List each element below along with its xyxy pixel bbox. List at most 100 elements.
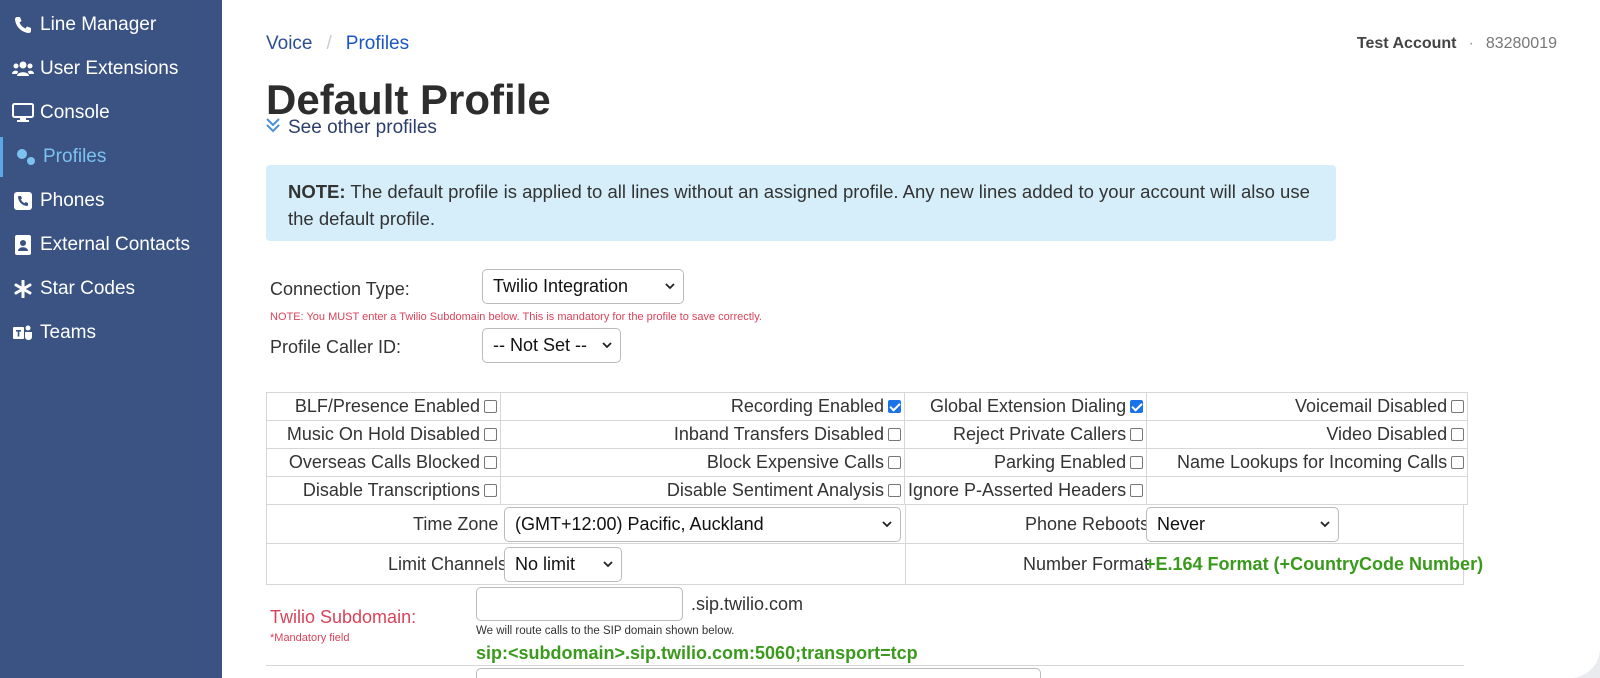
phone-reboots-select[interactable]: Never (1146, 507, 1339, 542)
breadcrumb-separator: / (326, 33, 332, 54)
caller-id-select[interactable]: -- Not Set -- (482, 328, 621, 363)
chevron-down-icon (602, 342, 612, 349)
divider (905, 504, 906, 584)
option-disable-sentiment-analysis[interactable]: Disable Sentiment Analysis (500, 476, 905, 505)
sidebar-item-label: Profiles (43, 146, 107, 167)
account-info: Test Account · 83280019 (1357, 35, 1557, 53)
checkbox[interactable] (1130, 484, 1144, 497)
sidebar-item-label: Star Codes (40, 278, 136, 299)
phone-square-icon (12, 190, 34, 212)
phone-reboots-value: Never (1157, 514, 1206, 534)
option-disable-transcriptions[interactable]: Disable Transcriptions (266, 476, 501, 505)
contact-card-icon (12, 234, 34, 256)
limit-channels-select[interactable]: No limit (504, 547, 622, 582)
table-row: Disable Transcriptions Disable Sentiment… (266, 476, 1469, 505)
next-field-input[interactable] (476, 668, 1041, 678)
sidebar-item-profiles[interactable]: Profiles (0, 137, 222, 177)
table-row: Overseas Calls Blocked Block Expensive C… (266, 448, 1469, 477)
empty-cell (1146, 476, 1469, 505)
default-profile-note: NOTE: The default profile is applied to … (266, 165, 1336, 241)
time-zone-label: Time Zone (413, 514, 499, 534)
connection-type-select[interactable]: Twilio Integration (482, 269, 684, 304)
limit-channels-label: Limit Channels (388, 554, 508, 574)
checkbox[interactable] (888, 456, 901, 469)
option-label: Disable Sentiment Analysis (666, 480, 884, 500)
option-label: Reject Private Callers (953, 424, 1127, 444)
breadcrumb-voice[interactable]: Voice (266, 33, 312, 55)
monitor-icon (12, 102, 34, 124)
checkbox[interactable] (1451, 428, 1465, 441)
checkbox[interactable] (888, 428, 901, 441)
option-label: Block Expensive Calls (706, 452, 884, 472)
option-blf-presence[interactable]: BLF/Presence Enabled (266, 392, 501, 421)
note-text: The default profile is applied to all li… (288, 181, 1310, 229)
sidebar-item-external-contacts[interactable]: External Contacts (0, 225, 222, 265)
option-label: Inband Transfers Disabled (673, 424, 884, 444)
option-reject-private-callers[interactable]: Reject Private Callers (903, 420, 1148, 449)
checkbox[interactable] (888, 484, 901, 497)
gears-icon (15, 146, 37, 168)
option-block-expensive-calls[interactable]: Block Expensive Calls (500, 448, 905, 477)
sidebar-item-line-manager[interactable]: Line Manager (0, 5, 222, 45)
option-voicemail-disabled[interactable]: Voicemail Disabled (1146, 392, 1469, 421)
table-row: Music On Hold Disabled Inband Transfers … (266, 420, 1469, 449)
time-zone-select[interactable]: (GMT+12:00) Pacific, Auckland (504, 507, 901, 542)
option-label: Voicemail Disabled (1295, 396, 1448, 416)
checkbox[interactable] (1451, 400, 1465, 413)
divider (266, 665, 1464, 666)
checkbox[interactable] (1130, 400, 1144, 413)
sip-uri: sip:<subdomain>.sip.twilio.com:5060;tran… (476, 643, 918, 663)
checkbox[interactable] (484, 400, 497, 413)
checkbox[interactable] (1451, 456, 1465, 469)
account-name[interactable]: Test Account (1357, 35, 1457, 53)
breadcrumb: Voice / Profiles (266, 33, 409, 55)
option-parking-enabled[interactable]: Parking Enabled (903, 448, 1148, 477)
option-video-disabled[interactable]: Video Disabled (1146, 420, 1469, 449)
number-format-value: +E.164 Format (+CountryCode Number) (1145, 554, 1484, 574)
chevron-down-icon (882, 521, 892, 528)
account-number: 83280019 (1485, 35, 1557, 52)
option-overseas-calls-blocked[interactable]: Overseas Calls Blocked (266, 448, 501, 477)
breadcrumb-profiles[interactable]: Profiles (346, 33, 409, 55)
divider (266, 584, 1464, 585)
option-ignore-p-asserted-headers[interactable]: Ignore P-Asserted Headers (903, 476, 1148, 505)
option-music-on-hold-disabled[interactable]: Music On Hold Disabled (266, 420, 501, 449)
phone-icon (12, 14, 34, 36)
see-other-profiles-link[interactable]: See other profiles (266, 117, 437, 139)
sidebar-item-label: Teams (40, 322, 96, 343)
checkbox[interactable] (484, 484, 497, 497)
asterisk-icon (12, 278, 34, 300)
option-label: BLF/Presence Enabled (294, 396, 480, 416)
checkbox[interactable] (484, 428, 497, 441)
sidebar-item-phones[interactable]: Phones (0, 181, 222, 221)
sidebar-item-star-codes[interactable]: Star Codes (0, 269, 222, 309)
checkbox[interactable] (1130, 456, 1144, 469)
option-label: Music On Hold Disabled (286, 424, 480, 444)
sidebar-item-label: Line Manager (40, 14, 157, 35)
checkbox[interactable] (1130, 428, 1144, 441)
chevron-down-icon (1320, 521, 1330, 528)
chevron-down-icon (665, 283, 675, 290)
sidebar-item-teams[interactable]: Teams (0, 313, 222, 353)
divider (266, 543, 1464, 544)
divider (266, 504, 267, 584)
time-zone-value: (GMT+12:00) Pacific, Auckland (515, 514, 764, 534)
teams-icon (12, 322, 34, 344)
sidebar-item-console[interactable]: Console (0, 93, 222, 133)
option-label: Disable Transcriptions (302, 480, 480, 500)
option-label: Overseas Calls Blocked (288, 452, 480, 472)
option-recording[interactable]: Recording Enabled (500, 392, 905, 421)
sidebar-item-user-extensions[interactable]: User Extensions (0, 49, 222, 89)
checkbox[interactable] (888, 400, 901, 413)
twilio-subdomain-input[interactable] (476, 587, 683, 621)
number-format-label: Number Format (1023, 554, 1150, 574)
option-name-lookups[interactable]: Name Lookups for Incoming Calls (1146, 448, 1469, 477)
option-inband-transfers-disabled[interactable]: Inband Transfers Disabled (500, 420, 905, 449)
checkbox[interactable] (484, 456, 497, 469)
limit-channels-value: No limit (515, 554, 576, 574)
account-separator: · (1468, 35, 1474, 52)
caller-id-value: -- Not Set -- (493, 335, 588, 355)
connection-type-label: Connection Type: (270, 279, 410, 299)
option-global-extension-dialing[interactable]: Global Extension Dialing (903, 392, 1148, 421)
note-label: NOTE: (288, 181, 346, 202)
